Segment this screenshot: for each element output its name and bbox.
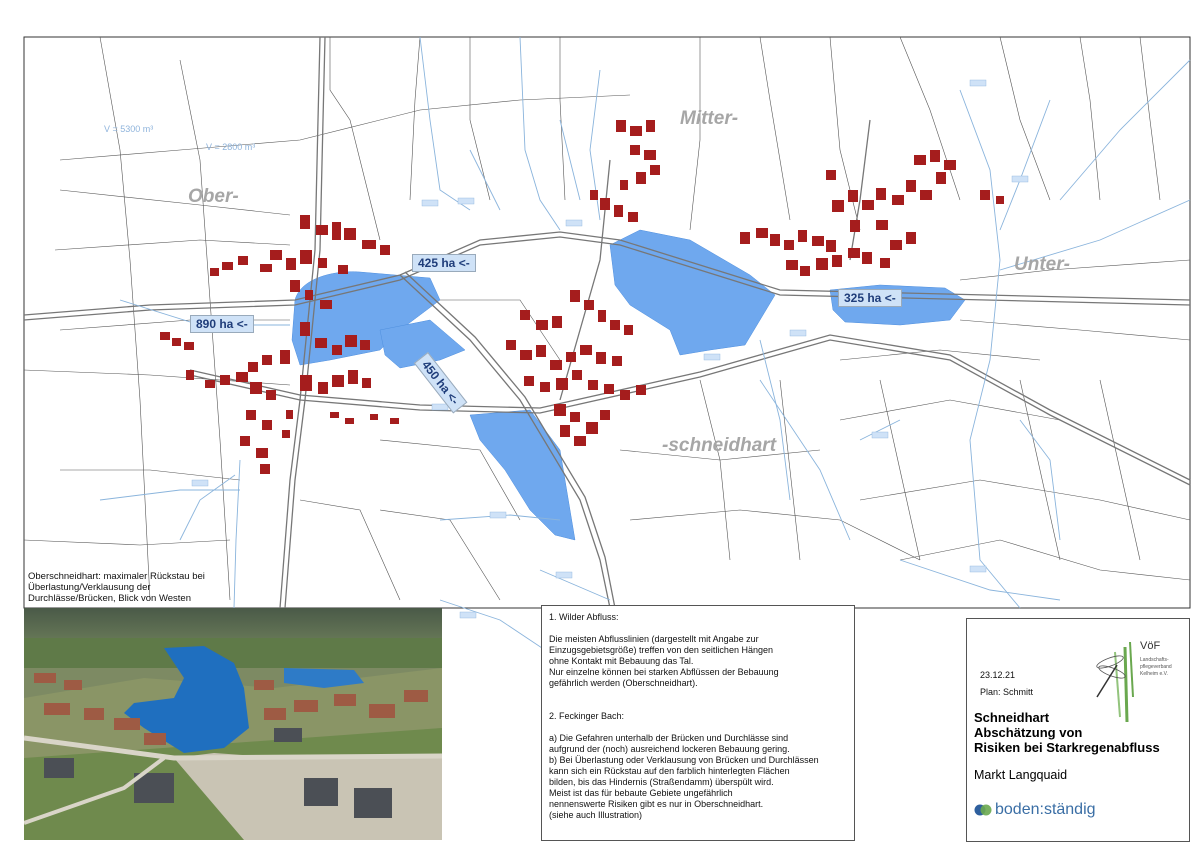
textbox-line: bilden, bis das Hindernis (Straßendamm) … (549, 777, 774, 787)
textbox-line: Einzugsgebietsgröße) treffen von den sei… (549, 645, 773, 655)
municipality-name: Markt Langquaid (974, 768, 1068, 782)
plan-date: 23.12.21 (980, 670, 1016, 680)
svg-text:Kelheim e.V.: Kelheim e.V. (1140, 671, 1168, 677)
aerial-illustration (24, 608, 442, 840)
textbox-heading-2: 2. Feckinger Bach: (549, 711, 625, 721)
textbox-line: gefährlich werden (Oberschneidhart). (549, 678, 698, 688)
place-label-schneidhart: -schneidhart (662, 435, 777, 456)
plan-title-line: Schneidhart (974, 710, 1050, 725)
svg-text:pflegeverband: pflegeverband (1140, 664, 1172, 670)
place-label-mitter: Mitter- (680, 108, 739, 129)
textbox-line: Die meisten Abflusslinien (dargestellt m… (549, 634, 759, 644)
brand-logo: boden:ständig (974, 801, 1096, 819)
title-block: VöF Landschafts- pflegeverband Kelheim e… (966, 618, 1190, 842)
textbox-line: Meist ist das für bebaute Gebiete ungefä… (549, 788, 733, 798)
plan-title: Schneidhart Abschätzung von Risiken bei … (974, 710, 1160, 755)
textbox-line: a) Die Gefahren unterhalb der Brücken un… (549, 733, 789, 743)
textbox-heading-1: 1. Wilder Abfluss: (549, 612, 619, 622)
textbox-line: Nur einzelne können bei starken Abflüsse… (549, 667, 779, 677)
vof-logo-text: VöF (1140, 640, 1160, 652)
catchment-label-325: 325 ha <- (838, 289, 902, 307)
textbox-line: nennenswerte Risiken gibt es nur in Ober… (549, 799, 764, 809)
photo-caption: Oberschneidhart: maximaler Rückstau bei … (28, 571, 205, 604)
textbox-line: aufgrund der (noch) ausreichend lockeren… (549, 744, 790, 754)
brand-circles-icon (974, 804, 992, 816)
place-label-ober: Ober- (188, 186, 239, 207)
plan-title-line: Abschätzung von (974, 725, 1083, 740)
textbox-line: (siehe auch Illustration) (549, 810, 643, 820)
volume-label-2: V = 2800 m³ (206, 142, 256, 152)
volume-label-1: V = 5300 m³ (104, 124, 154, 134)
explanation-textbox: 1. Wilder Abfluss: Die meisten Abflussli… (541, 605, 855, 841)
textbox-line: b) Bei Überlastung oder Verklausung von … (549, 755, 819, 765)
catchment-label-890: 890 ha <- (190, 315, 254, 333)
brand-name: boden:ständig (995, 801, 1096, 818)
catchment-label-425: 425 ha <- (412, 254, 476, 272)
plan-title-line: Risiken bei Starkregenabfluss (974, 740, 1160, 755)
svg-text:Landschafts-: Landschafts- (1140, 657, 1169, 663)
textbox-line: ohne Kontakt mit Bebauung das Tal. (549, 656, 694, 666)
plan-author: Plan: Schmitt (980, 687, 1034, 697)
place-label-unter: Unter- (1014, 254, 1070, 275)
textbox-line: kann sich ein Rückstau auf den farblich … (549, 766, 790, 776)
